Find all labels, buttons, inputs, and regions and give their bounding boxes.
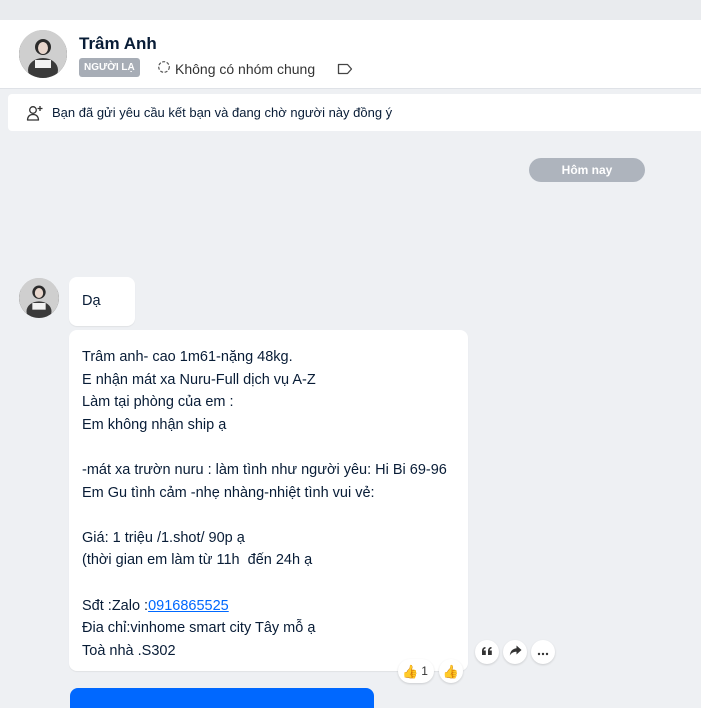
contact-avatar[interactable]: [19, 30, 67, 78]
message-line: [82, 504, 447, 527]
message-bubble[interactable]: Trâm anh- cao 1m61-nặng 48kg. E nhận mát…: [69, 330, 468, 671]
phone-line: Sđt :Zalo :0916865525: [82, 595, 447, 618]
group-circle-icon: [157, 60, 171, 77]
message-line: [82, 572, 447, 595]
quote-icon: [481, 643, 493, 661]
date-separator: Hôm nay: [529, 158, 645, 182]
message-line: Toà nhà .S302: [82, 642, 176, 659]
phone-label: Sđt :Zalo :: [82, 597, 149, 614]
message-text: Dạ: [82, 293, 101, 309]
message-line: -mát xa trườn nuru : làm tình như người …: [82, 461, 447, 478]
reaction-summary[interactable]: 👍 1: [398, 659, 434, 683]
message-line: E nhận mát xa Nuru-Full dịch vụ A-Z: [82, 371, 316, 388]
more-button[interactable]: [531, 640, 555, 664]
message-line: [82, 436, 447, 459]
message-actions: [475, 640, 555, 664]
phone-link[interactable]: 0916865525: [148, 598, 229, 614]
quote-button[interactable]: [475, 640, 499, 664]
tag-icon[interactable]: [337, 62, 353, 80]
chat-header: Trâm Anh NGƯỜI LẠ Không có nhóm chung: [0, 20, 701, 89]
next-message-bubble[interactable]: [70, 688, 374, 708]
share-button[interactable]: [503, 640, 527, 664]
sender-avatar[interactable]: [19, 278, 59, 318]
friend-request-notice: Bạn đã gửi yêu cầu kết bạn và đang chờ n…: [8, 94, 701, 131]
stranger-badge: NGƯỜI LẠ: [79, 58, 140, 77]
message-line: Giá: 1 triệu /1.shot/ 90p ạ: [82, 529, 245, 546]
window-top-strip: [0, 0, 701, 20]
message-line: Đia chỉ:vinhome smart city Tây mỗ ạ: [82, 620, 316, 637]
message-bubble[interactable]: Dạ: [69, 277, 135, 326]
message-line: Em Gu tình cảm -nhẹ nhàng-nhiệt tình vui…: [82, 484, 375, 501]
group-info-label: Không có nhóm chung: [175, 60, 316, 77]
contact-name[interactable]: Trâm Anh: [79, 34, 157, 54]
group-info[interactable]: Không có nhóm chung: [157, 60, 315, 77]
message-line: Làm tại phòng của em :: [82, 394, 234, 411]
message-line: Trâm anh- cao 1m61-nặng 48kg.: [82, 349, 293, 365]
notice-text: Bạn đã gửi yêu cầu kết bạn và đang chờ n…: [52, 105, 393, 120]
message-line: Em không nhận ship ạ: [82, 416, 227, 433]
thumbs-up-icon: 👍: [402, 663, 419, 679]
react-button[interactable]: 👍: [439, 659, 463, 683]
share-icon: [509, 643, 522, 661]
more-icon: [537, 643, 549, 661]
message-body: Trâm anh- cao 1m61-nặng 48kg. E nhận mát…: [82, 346, 447, 662]
reaction-count: 1: [421, 664, 428, 678]
add-friend-icon: [26, 104, 44, 122]
thumbs-up-icon: 👍: [442, 663, 460, 679]
message-line: (thời gian em làm từ 11h đến 24h ạ: [82, 552, 313, 569]
